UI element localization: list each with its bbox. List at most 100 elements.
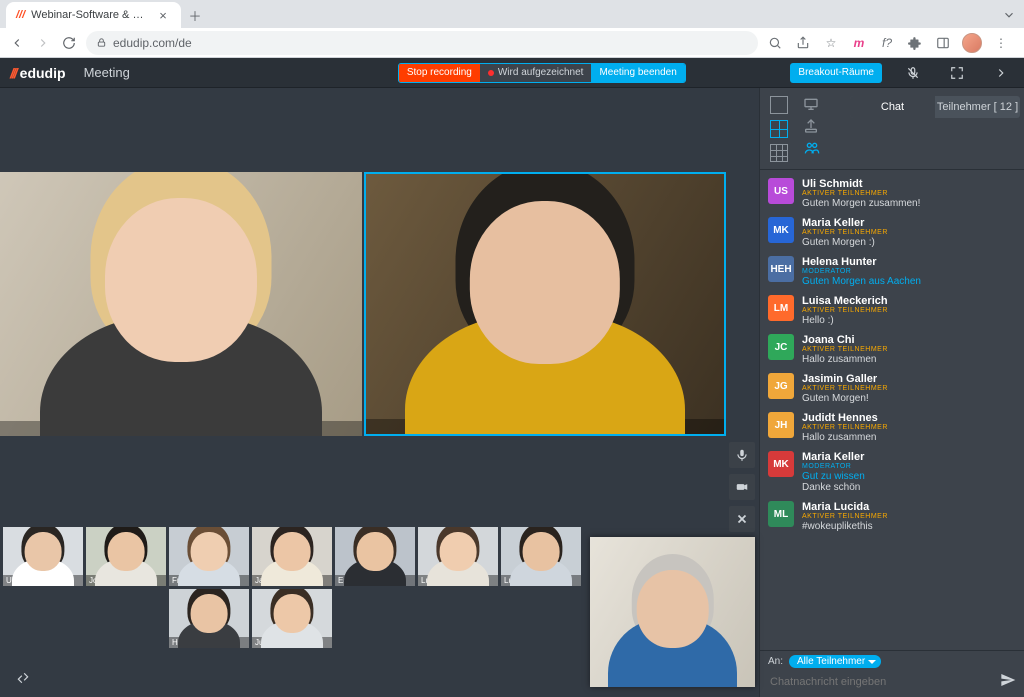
nav-forward-icon[interactable]: [34, 34, 52, 52]
stop-recording-button[interactable]: Stop recording: [399, 63, 480, 83]
url-field[interactable]: edudip.com/de: [86, 31, 758, 55]
layout-single-icon[interactable]: [770, 96, 788, 114]
pip-mic-icon[interactable]: [729, 442, 755, 468]
speaker-video: [366, 174, 724, 434]
recording-status: Wird aufgezeichnet: [480, 63, 592, 83]
audience-select[interactable]: Alle Teilnehmer: [789, 655, 881, 668]
pip-tile[interactable]: Leo Brühl: [590, 537, 755, 687]
chat-text: Guten Morgen aus Aachen: [802, 276, 1016, 287]
tools-icon[interactable]: [10, 665, 36, 691]
chat-avatar: LM: [768, 295, 794, 321]
presentation-icon[interactable]: [802, 96, 820, 112]
recording-controls: Stop recording Wird aufgezeichnet Meetin…: [398, 63, 686, 83]
favicon-icon: ///: [16, 9, 25, 21]
participant-thumbnail[interactable]: Uli Schmidt: [3, 527, 83, 586]
pip-controls: [729, 442, 755, 532]
thumbnail-video: [501, 527, 581, 586]
chat-role: MODERATOR: [802, 463, 1016, 470]
participant-thumbnail[interactable]: Joana Chi: [86, 527, 166, 586]
recording-status-text: Wird aufgezeichnet: [498, 67, 584, 78]
mic-muted-icon[interactable]: [900, 60, 926, 86]
search-icon[interactable]: [766, 34, 784, 52]
participant-thumbnail[interactable]: Frank Hünder: [169, 527, 249, 586]
chat-text: Guten Morgen!: [802, 393, 1016, 404]
thumbnail-video: [3, 527, 83, 586]
chat-message: JHJudidt HennesAKTIVER TEILNEHMERHallo z…: [760, 408, 1024, 447]
extension-m-icon[interactable]: m: [850, 34, 868, 52]
participant-thumbnail[interactable]: Judidt Hennes: [252, 589, 332, 648]
chat-message: MKMaria KellerMODERATORGut zu wissenDank…: [760, 447, 1024, 497]
participants-icon[interactable]: [802, 140, 822, 156]
breakout-rooms-button[interactable]: Breakout-Räume: [790, 63, 882, 83]
panel-toggle-icon[interactable]: [988, 60, 1014, 86]
main: Helena Hunter Maria Keller Uli SchmidtJo…: [0, 88, 1024, 697]
chat-role: AKTIVER TEILNEHMER: [802, 307, 1016, 314]
chat-author: Joana Chi: [802, 334, 1016, 346]
tab-chat[interactable]: Chat: [850, 96, 935, 118]
new-tab-button[interactable]: ＋: [187, 6, 203, 25]
participant-thumbnail[interactable]: Eric Recker: [335, 527, 415, 586]
upload-icon[interactable]: [802, 118, 820, 134]
chat-author: Helena Hunter: [802, 256, 1016, 268]
url-text: edudip.com/de: [113, 36, 192, 50]
chat-role: AKTIVER TEILNEHMER: [802, 190, 1016, 197]
chat-text: Guten Morgen zusammen!: [802, 198, 1016, 209]
sidebar-tabs: Chat Teilnehmer [ 12 ]: [850, 96, 1020, 118]
tab-strip: /// Webinar-Software & Video-Ko × ＋: [0, 0, 1024, 28]
chat-role: AKTIVER TEILNEHMER: [802, 229, 1016, 236]
participant-thumbnails: Uli SchmidtJoana ChiFrank HünderJasmin G…: [0, 524, 588, 651]
sidepanel-icon[interactable]: [934, 34, 952, 52]
nav-back-icon[interactable]: [8, 34, 26, 52]
pip-video: [590, 537, 755, 687]
bookmark-icon[interactable]: ☆: [822, 34, 840, 52]
nav-reload-icon[interactable]: [60, 34, 78, 52]
chat-role: MODERATOR: [802, 268, 1016, 275]
send-icon[interactable]: [1000, 672, 1016, 691]
speaker-tile-active[interactable]: Maria Keller: [364, 172, 726, 436]
end-meeting-button[interactable]: Meeting beenden: [591, 63, 684, 83]
extensions-icon[interactable]: [906, 34, 924, 52]
participant-thumbnail[interactable]: Jasmin Galler: [252, 527, 332, 586]
browser-tab[interactable]: /// Webinar-Software & Video-Ko ×: [6, 2, 181, 28]
window-chevron-icon[interactable]: [1000, 6, 1018, 24]
participant-thumbnail[interactable]: Lucida: [501, 527, 581, 586]
chat-avatar: MK: [768, 217, 794, 243]
chat-avatar: MK: [768, 451, 794, 477]
chat-role: AKTIVER TEILNEHMER: [802, 385, 1016, 392]
chat-avatar: HEH: [768, 256, 794, 282]
section-label: Meeting: [84, 65, 130, 80]
participant-thumbnail[interactable]: Luisa Meckerich: [418, 527, 498, 586]
chat-avatar: US: [768, 178, 794, 204]
chat-text: Hallo zusammen: [802, 432, 1016, 443]
chat-list[interactable]: USUli SchmidtAKTIVER TEILNEHMERGuten Mor…: [760, 170, 1024, 650]
tab-participants[interactable]: Teilnehmer [ 12 ]: [935, 96, 1020, 118]
pip-close-icon[interactable]: [729, 506, 755, 532]
logo-stripes-icon: ///: [10, 65, 16, 81]
pip-camera-icon[interactable]: [729, 474, 755, 500]
participant-thumbnail[interactable]: Hendrick Mayer: [169, 589, 249, 648]
chat-role: AKTIVER TEILNEHMER: [802, 346, 1016, 353]
chrome-menu-icon[interactable]: ⋮: [992, 34, 1010, 52]
fullscreen-icon[interactable]: [944, 60, 970, 86]
chat-message: MKMaria KellerAKTIVER TEILNEHMERGuten Mo…: [760, 213, 1024, 252]
speaker-tile[interactable]: Helena Hunter: [0, 172, 362, 436]
chrome-actions: ☆ m f? ⋮: [766, 33, 1016, 53]
speaker-video: [0, 172, 362, 436]
chat-text: Hello :): [802, 315, 1016, 326]
profile-avatar[interactable]: [962, 33, 982, 53]
extension-f-icon[interactable]: f?: [878, 34, 896, 52]
chat-author: Maria Keller: [802, 217, 1016, 229]
chat-input[interactable]: [768, 675, 992, 689]
layout-2x2-icon[interactable]: [770, 120, 788, 138]
chat-author: Luisa Meckerich: [802, 295, 1016, 307]
layout-3x3-icon[interactable]: [770, 144, 788, 162]
chat-author: Jasimin Galler: [802, 373, 1016, 385]
app-logo: /// edudip: [10, 65, 66, 81]
share-icon[interactable]: [794, 34, 812, 52]
tab-close-icon[interactable]: ×: [155, 8, 171, 23]
thumbnail-video: [86, 527, 166, 586]
chat-text: Hallo zusammen: [802, 354, 1016, 365]
chat-avatar: JG: [768, 373, 794, 399]
thumbnail-video: [335, 527, 415, 586]
speakers-row: Helena Hunter Maria Keller: [0, 172, 759, 436]
